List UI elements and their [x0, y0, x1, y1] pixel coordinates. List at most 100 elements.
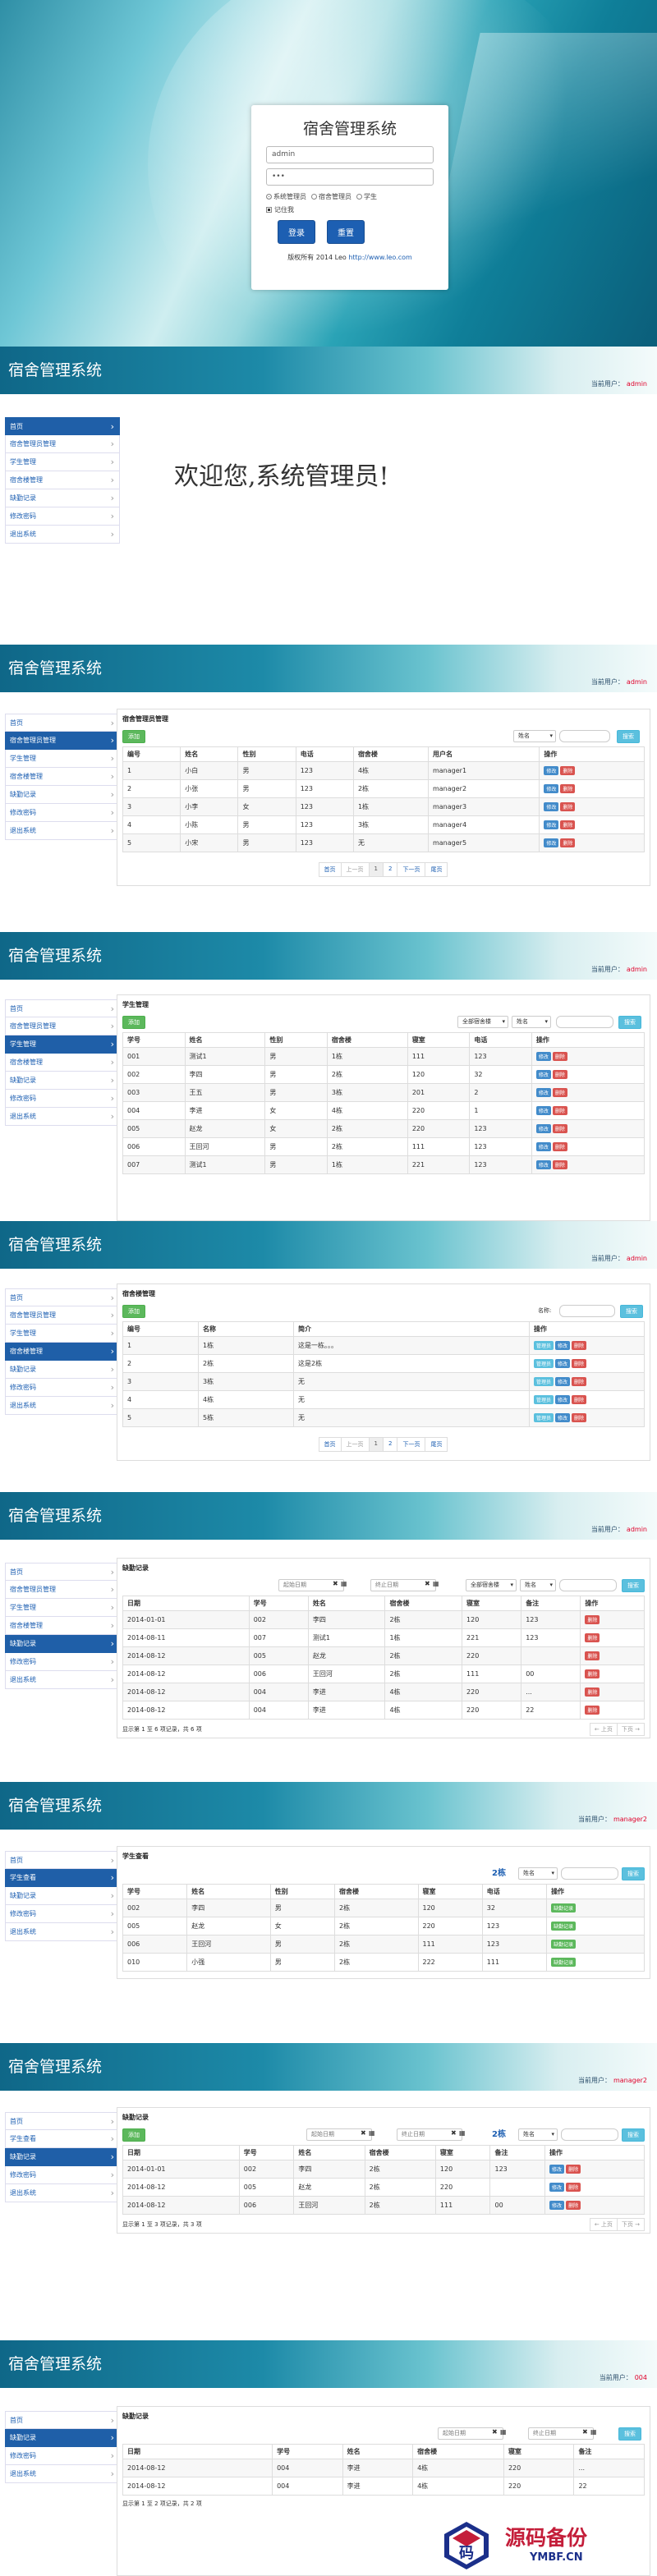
delete-button[interactable]: 删除: [552, 1106, 567, 1115]
delete-button[interactable]: 删除: [566, 2165, 581, 2174]
menu-student-view[interactable]: 学生查看: [5, 2130, 120, 2148]
menu-home[interactable]: 首页: [5, 1288, 120, 1307]
clear-icon[interactable]: ✖: [333, 1580, 338, 1587]
page-1[interactable]: 1: [368, 1437, 384, 1452]
menu-logout[interactable]: 退出系统: [5, 1923, 120, 1941]
page-next[interactable]: 下页 →: [616, 2218, 645, 2231]
menu-building[interactable]: 宿舍楼管理: [5, 471, 120, 489]
login-button[interactable]: 登录: [278, 220, 315, 244]
search-type-select[interactable]: 姓名: [512, 1016, 551, 1028]
edit-button[interactable]: 修改: [544, 802, 559, 811]
menu-password[interactable]: 修改密码: [5, 1653, 120, 1671]
menu-home[interactable]: 首页: [5, 1563, 120, 1582]
menu-absence[interactable]: 缺勤记录: [5, 2429, 120, 2447]
menu-absence[interactable]: 缺勤记录: [5, 1635, 120, 1653]
edit-button[interactable]: 修改: [555, 1377, 571, 1386]
calendar-icon[interactable]: ▦: [500, 2428, 507, 2436]
search-input[interactable]: [561, 1867, 618, 1880]
edit-button[interactable]: 修改: [555, 1413, 571, 1422]
menu-password[interactable]: 修改密码: [5, 804, 120, 822]
calendar-icon[interactable]: ▦: [341, 1580, 347, 1587]
role-radio-admin[interactable]: 系统管理员: [266, 192, 306, 201]
delete-button[interactable]: 删除: [566, 2183, 581, 2192]
page-prev[interactable]: 上一页: [340, 862, 370, 877]
menu-home[interactable]: 首页: [5, 2112, 120, 2131]
search-input[interactable]: [559, 730, 610, 742]
menu-home[interactable]: 首页: [5, 714, 120, 732]
clear-icon[interactable]: ✖: [582, 2428, 588, 2436]
delete-button[interactable]: 删除: [560, 784, 576, 793]
menu-absence[interactable]: 缺勤记录: [5, 489, 120, 507]
edit-button[interactable]: 修改: [535, 1106, 551, 1115]
calendar-icon[interactable]: ▦: [369, 2129, 375, 2137]
delete-button[interactable]: 删除: [552, 1160, 567, 1169]
page-last[interactable]: 尾页: [425, 862, 448, 877]
menu-logout[interactable]: 退出系统: [5, 1108, 120, 1126]
edit-button[interactable]: 修改: [555, 1395, 571, 1404]
delete-button[interactable]: 删除: [552, 1142, 567, 1151]
search-input[interactable]: [556, 1016, 613, 1028]
edit-button[interactable]: 修改: [549, 2183, 565, 2192]
menu-student[interactable]: 学生管理: [5, 1325, 120, 1343]
page-next[interactable]: 下一页: [397, 1437, 426, 1452]
delete-button[interactable]: 删除: [572, 1359, 587, 1368]
add-button[interactable]: 添加: [122, 1305, 145, 1318]
menu-absence[interactable]: 缺勤记录: [5, 786, 120, 804]
search-input[interactable]: [559, 1579, 617, 1591]
edit-button[interactable]: 修改: [535, 1052, 551, 1061]
absence-record-button[interactable]: 缺勤记录: [551, 1903, 577, 1912]
search-input[interactable]: [559, 1305, 615, 1317]
role-radio-student[interactable]: 学生: [356, 192, 377, 201]
delete-button[interactable]: 删除: [566, 2201, 581, 2210]
menu-password[interactable]: 修改密码: [5, 2447, 120, 2465]
delete-button[interactable]: 删除: [585, 1615, 600, 1624]
manager-button[interactable]: 管理员: [534, 1359, 554, 1368]
edit-button[interactable]: 修改: [535, 1160, 551, 1169]
page-1[interactable]: 1: [368, 862, 384, 877]
menu-home[interactable]: 首页: [5, 1851, 120, 1870]
delete-button[interactable]: 删除: [552, 1070, 567, 1079]
menu-home[interactable]: 首页: [5, 2411, 120, 2430]
delete-button[interactable]: 删除: [572, 1395, 587, 1404]
remember-checkbox[interactable]: 记住我: [266, 205, 434, 214]
manager-button[interactable]: 管理员: [534, 1413, 554, 1422]
search-button[interactable]: 搜索: [622, 1579, 645, 1592]
delete-button[interactable]: 删除: [572, 1377, 587, 1386]
page-next[interactable]: 下页 →: [616, 1723, 645, 1736]
absence-record-button[interactable]: 缺勤记录: [551, 1958, 577, 1967]
reset-button[interactable]: 重置: [327, 220, 365, 244]
page-prev[interactable]: ← 上页: [589, 2218, 618, 2231]
search-type-select[interactable]: 姓名: [520, 1579, 556, 1591]
menu-absence[interactable]: 缺勤记录: [5, 1072, 120, 1090]
search-type-select[interactable]: 姓名: [513, 730, 556, 742]
menu-dorm-manager[interactable]: 宿舍管理员管理: [5, 1017, 120, 1035]
menu-password[interactable]: 修改密码: [5, 1905, 120, 1923]
menu-dorm-manager[interactable]: 宿舍管理员管理: [5, 1306, 120, 1325]
search-button[interactable]: 搜索: [622, 1867, 645, 1880]
building-select[interactable]: 全部宿舍楼: [466, 1579, 517, 1591]
edit-button[interactable]: 修改: [544, 766, 559, 775]
menu-logout[interactable]: 退出系统: [5, 1397, 120, 1415]
copyright-link[interactable]: http://www.leo.com: [348, 254, 411, 261]
page-first[interactable]: 首页: [318, 1437, 342, 1452]
delete-button[interactable]: 删除: [585, 1669, 600, 1678]
edit-button[interactable]: 修改: [555, 1359, 571, 1368]
menu-logout[interactable]: 退出系统: [5, 822, 120, 840]
menu-logout[interactable]: 退出系统: [5, 2465, 120, 2483]
menu-dorm-manager[interactable]: 宿舍管理员管理: [5, 732, 120, 750]
page-next[interactable]: 下一页: [397, 862, 426, 877]
delete-button[interactable]: 删除: [560, 820, 576, 829]
menu-absence[interactable]: 缺勤记录: [5, 1361, 120, 1379]
edit-button[interactable]: 修改: [549, 2165, 565, 2174]
delete-button[interactable]: 删除: [585, 1706, 600, 1715]
menu-student-view[interactable]: 学生查看: [5, 1869, 120, 1887]
clear-icon[interactable]: ✖: [425, 1580, 430, 1587]
search-button[interactable]: 搜索: [617, 730, 640, 743]
search-button[interactable]: 搜索: [622, 2128, 645, 2142]
menu-building[interactable]: 宿舍楼管理: [5, 1617, 120, 1635]
menu-student[interactable]: 学生管理: [5, 1599, 120, 1617]
menu-home[interactable]: 首页: [5, 417, 120, 436]
clear-icon[interactable]: ✖: [451, 2129, 457, 2137]
menu-logout[interactable]: 退出系统: [5, 2184, 120, 2202]
menu-dorm-manager[interactable]: 宿舍管理员管理: [5, 435, 120, 453]
